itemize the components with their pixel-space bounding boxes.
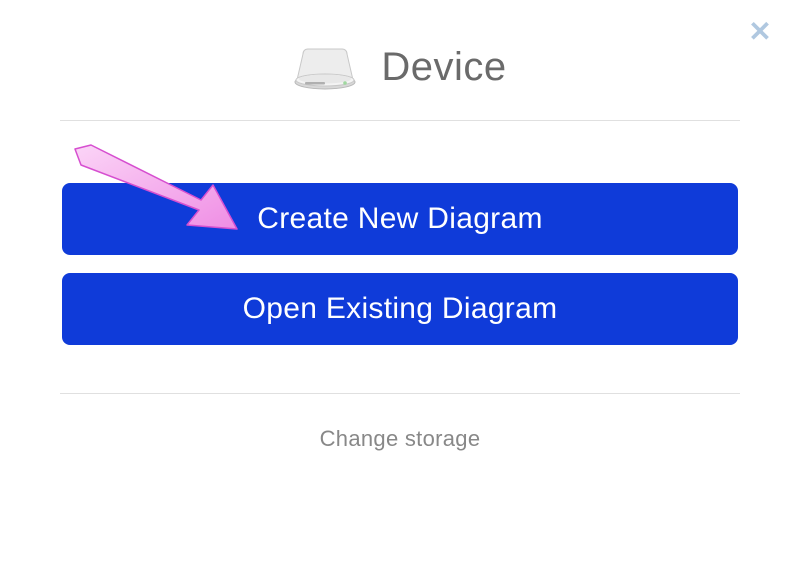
open-existing-diagram-button[interactable]: Open Existing Diagram	[62, 273, 738, 345]
dialog-title: Device	[381, 45, 506, 90]
close-button[interactable]: ✕	[748, 20, 772, 44]
dialog-header: Device	[0, 0, 800, 120]
open-button-label: Open Existing Diagram	[243, 292, 558, 326]
button-group: Create New Diagram Open Existing Diagram	[0, 121, 800, 393]
storage-dialog: ✕ Device Create New Diagram Open Existin…	[0, 0, 800, 569]
dialog-footer: Change storage	[0, 394, 800, 484]
device-icon	[293, 46, 357, 90]
change-storage-link[interactable]: Change storage	[320, 426, 481, 452]
create-button-label: Create New Diagram	[257, 202, 543, 236]
create-new-diagram-button[interactable]: Create New Diagram	[62, 183, 738, 255]
close-icon: ✕	[748, 16, 771, 47]
